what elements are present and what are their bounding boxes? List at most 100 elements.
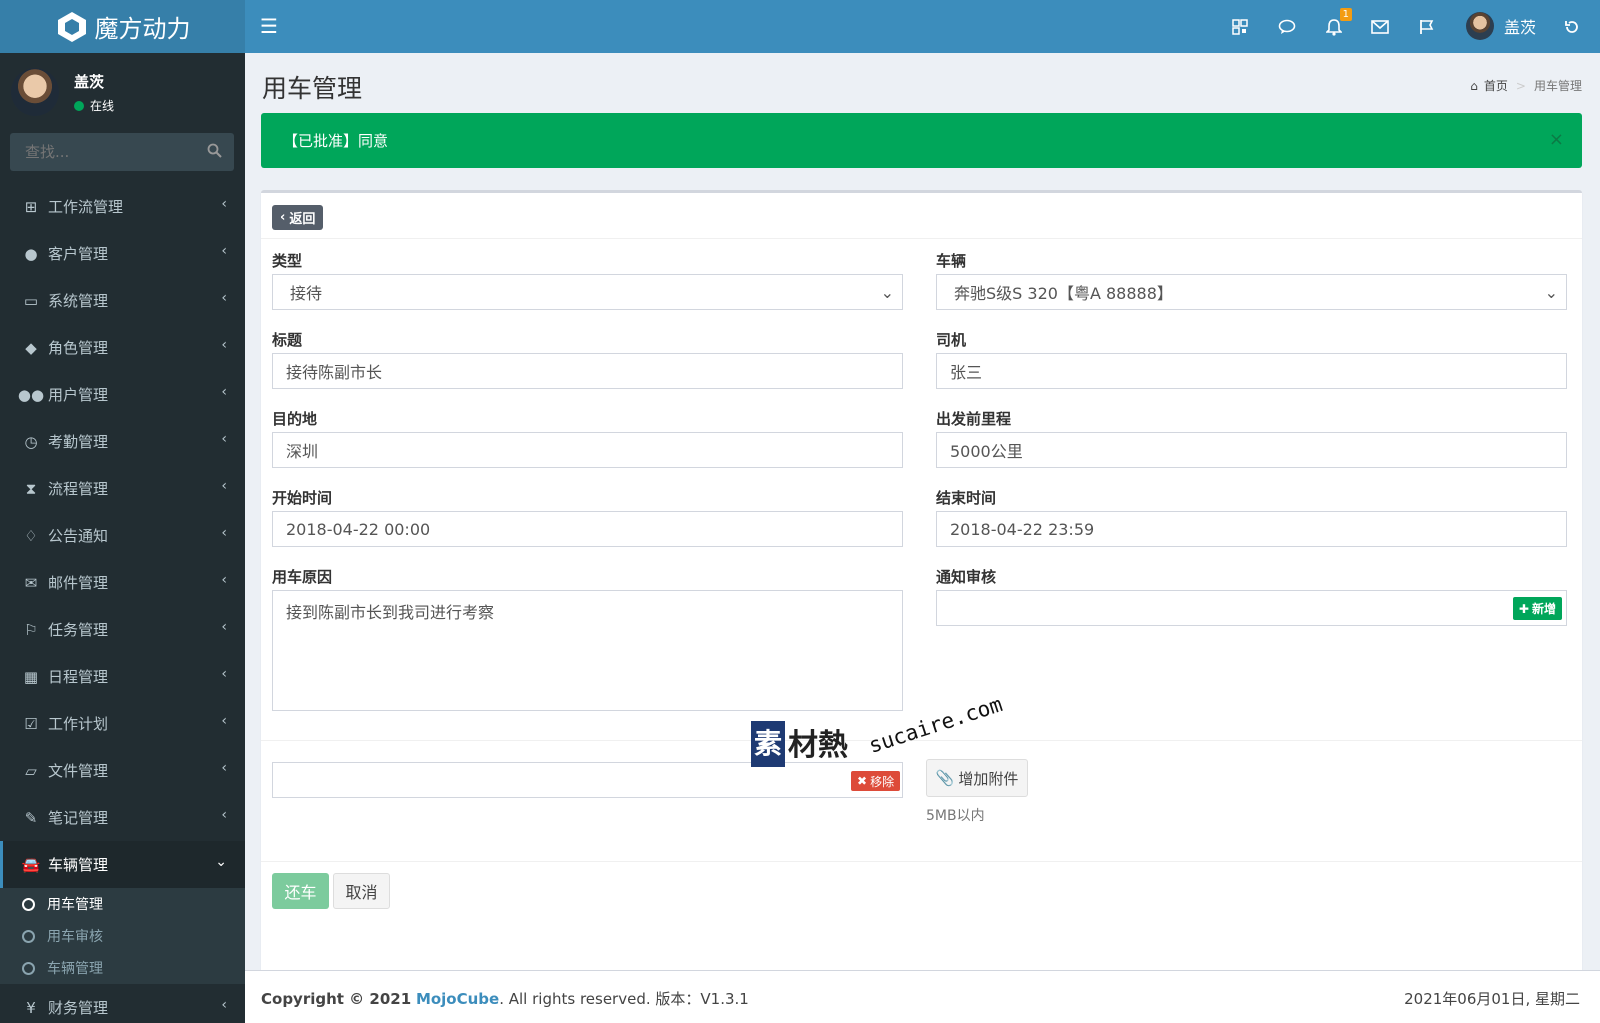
chevron-down-icon: ⌄ (880, 282, 894, 302)
driver-input-value: 张三 (950, 363, 983, 382)
attachment-hint: 5MB以内 (926, 808, 985, 824)
vehicle-group: 车辆 奔驰S级S 320【粤A 88888】 ⌄ (936, 250, 1567, 310)
content-wrapper: 用车管理 ⌂ 首页 > 用车管理 【已批准】同意 × ‹ 返回 类型 接待 ⌄ 车辆… (245, 53, 1600, 986)
bell-icon: ♢ (24, 526, 38, 545)
chevron-left-icon: ‹ (221, 478, 227, 494)
sidebar-subitem-label: 用车审核 (47, 929, 103, 945)
sidebar-item-attendance[interactable]: ◷ 考勤管理 ‹ (0, 418, 245, 465)
chat-icon[interactable] (1275, 15, 1299, 39)
reason-textarea-value[interactable]: 接到陈副市长到我司进行考察 (286, 599, 889, 710)
sidebar-item-mail[interactable]: ✉ 邮件管理 ‹ (0, 559, 245, 606)
sidebar-item-tasks[interactable]: ⚐ 任务管理 ‹ (0, 606, 245, 653)
sidebar-subitem-vehicle-admin[interactable]: 车辆管理 (0, 952, 245, 984)
sidebar-item-vehicles[interactable]: 🚘 车辆管理 ⌄ (0, 841, 245, 888)
notification-badge: 1 (1339, 8, 1352, 21)
chevron-left-icon: ‹ (221, 713, 227, 729)
chevron-left-icon: ‹ (280, 210, 286, 225)
refresh-icon[interactable] (1560, 15, 1584, 39)
mileage-label: 出发前里程 (936, 410, 1012, 428)
destination-input[interactable]: 深圳 (272, 432, 903, 468)
qrcode-icon[interactable] (1228, 15, 1252, 39)
cancel-button[interactable]: 取消 (333, 873, 390, 909)
attachment-input[interactable] (272, 762, 903, 798)
copyright-rights: . All rights reserved. 版本：V1.3.1 (499, 990, 749, 1008)
end-time-input[interactable]: 2018-04-22 23:59 (936, 511, 1567, 547)
sidebar-subitem-car-usage[interactable]: 用车管理 (0, 888, 245, 920)
search-icon[interactable] (207, 143, 222, 162)
destination-input-value: 深圳 (286, 442, 319, 461)
sidebar-item-finance[interactable]: ¥ 财务管理 ‹ (0, 984, 245, 1023)
envelope-icon[interactable] (1368, 15, 1392, 39)
type-select-value: 接待 (290, 284, 323, 303)
title-input-value: 接待陈副市长 (286, 363, 383, 382)
footer: Copyright © 2021 MojoCube. All rights re… (245, 970, 1600, 1023)
remove-attachment-label: 移除 (870, 774, 895, 789)
start-time-group: 开始时间 2018-04-22 00:00 (272, 487, 903, 547)
chevron-left-icon: ‹ (221, 243, 227, 259)
type-select[interactable]: 接待 ⌄ (272, 274, 903, 310)
mileage-input[interactable]: 5000公里 (936, 432, 1567, 468)
users-icon: ●● (17, 385, 45, 404)
sidebar-item-roles[interactable]: ◆ 角色管理 ‹ (0, 324, 245, 371)
remove-attachment-button[interactable]: ✖ 移除 (851, 771, 901, 791)
vehicle-select[interactable]: 奔驰S级S 320【粤A 88888】 ⌄ (936, 274, 1567, 310)
car-icon: 🚘 (21, 855, 41, 874)
alert-message: 【已批准】同意 (283, 132, 389, 150)
paperclip-icon: 📎 (935, 769, 955, 787)
envelope-icon: ✉ (24, 573, 38, 592)
chevron-left-icon: ‹ (221, 666, 227, 682)
search-input[interactable] (10, 133, 190, 171)
sidebar-item-label: 流程管理 (48, 480, 109, 498)
sidebar-item-users[interactable]: ●● 用户管理 ‹ (0, 371, 245, 418)
start-time-input-value: 2018-04-22 00:00 (286, 519, 431, 539)
add-reviewer-button[interactable]: ✚ 新增 (1512, 597, 1562, 620)
clock-icon: ◷ (24, 432, 38, 451)
app-logo[interactable]: 魔方动力 (0, 0, 245, 53)
sidebar-item-plan[interactable]: ☑ 工作计划 ‹ (0, 700, 245, 747)
flag-icon[interactable] (1415, 15, 1439, 39)
chevron-left-icon: ‹ (221, 619, 227, 635)
sidebar-item-system[interactable]: ▭ 系统管理 ‹ (0, 277, 245, 324)
bell-icon[interactable]: 1 (1322, 8, 1352, 39)
watermark-text: 材熱 (788, 728, 849, 763)
close-icon[interactable]: × (1549, 129, 1564, 150)
notify-input[interactable]: ✚ 新增 (936, 590, 1567, 626)
sidebar-item-schedule[interactable]: ▦ 日程管理 ‹ (0, 653, 245, 700)
back-button[interactable]: ‹ 返回 (272, 205, 324, 230)
close-icon: ✖ (857, 774, 868, 788)
chevron-left-icon: ‹ (221, 431, 227, 447)
breadcrumb-current: 用车管理 (1533, 79, 1582, 93)
app-title: 魔方动力 (94, 15, 191, 43)
start-time-input[interactable]: 2018-04-22 00:00 (272, 511, 903, 547)
sidebar-item-customers[interactable]: ● 客户管理 ‹ (0, 230, 245, 277)
copyright-prefix: Copyright © 2021 (261, 990, 412, 1008)
header-user-name: 盖茨 (1504, 18, 1537, 37)
return-car-button[interactable]: 还车 (272, 873, 329, 909)
sidebar-item-files[interactable]: ▱ 文件管理 ‹ (0, 747, 245, 794)
chevron-left-icon: ‹ (221, 997, 227, 1013)
desktop-icon: ▭ (23, 291, 39, 310)
sidebar-item-workflow[interactable]: ⊞ 工作流管理 ‹ (0, 183, 245, 230)
add-attachment-button[interactable]: 📎 增加附件 (926, 759, 1028, 797)
vehicle-select-value: 奔驰S级S 320【粤A 88888】 (954, 284, 1173, 303)
form-box: ‹ 返回 类型 接待 ⌄ 车辆 奔驰S级S 320【粤A 88888】 ⌄ 标题 接待… (261, 190, 1582, 986)
sidebar-item-label: 文件管理 (48, 762, 109, 780)
title-input[interactable]: 接待陈副市长 (272, 353, 903, 389)
sidebar-item-label: 财务管理 (48, 999, 109, 1017)
sidebar-item-notes[interactable]: ✎ 笔记管理 ‹ (0, 794, 245, 841)
breadcrumb-home[interactable]: 首页 (1484, 77, 1508, 94)
sidebar-item-notice[interactable]: ♢ 公告通知 ‹ (0, 512, 245, 559)
reason-textarea[interactable]: 接到陈副市长到我司进行考察 (272, 590, 903, 711)
divider (261, 238, 1582, 239)
user-menu[interactable]: 盖茨 (1466, 12, 1536, 40)
breadcrumb: ⌂ 首页 > 用车管理 (1470, 77, 1582, 94)
sidebar-item-process[interactable]: ⧗ 流程管理 ‹ (0, 465, 245, 512)
chevron-left-icon: ‹ (221, 807, 227, 823)
watermark-logo: 素 材熱 sucaire.com (751, 692, 1005, 767)
brand-link[interactable]: MojoCube (416, 990, 499, 1008)
menu-toggle-icon[interactable]: ☰ (260, 14, 282, 38)
divider (261, 861, 1582, 862)
sidebar-subitem-car-review[interactable]: 用车审核 (0, 920, 245, 952)
driver-input[interactable]: 张三 (936, 353, 1567, 389)
driver-group: 司机 张三 (936, 329, 1567, 389)
